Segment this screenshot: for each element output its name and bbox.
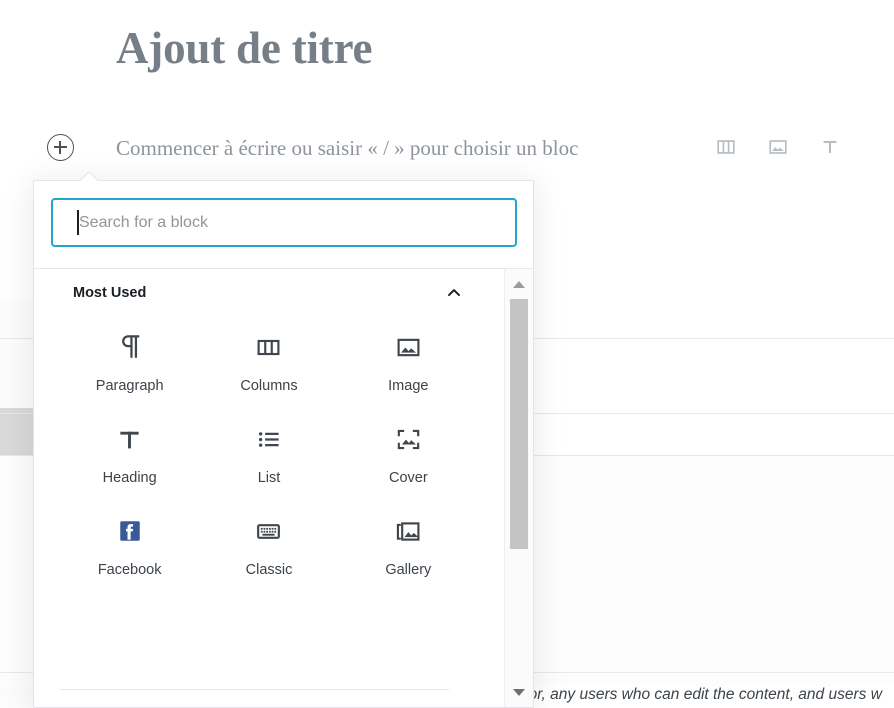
block-label: Gallery <box>385 562 432 578</box>
block-item-classic[interactable]: Classic <box>199 499 338 591</box>
block-label: Cover <box>388 470 428 486</box>
block-inserter-toggle-button[interactable] <box>47 134 74 161</box>
block-item-paragraph[interactable]: Paragraph <box>60 315 199 407</box>
paragraph-icon <box>117 329 143 365</box>
inserter-scroll-region: Most Used Paragraph Columns Image Headin… <box>34 268 533 707</box>
image-icon <box>395 329 422 365</box>
post-excerpt-fragment: hor, any users who can edit the content,… <box>520 686 882 703</box>
scroll-down-arrow-icon[interactable] <box>505 681 533 703</box>
panel-most-used-header[interactable]: Most Used <box>34 269 504 313</box>
block-placeholder-text[interactable]: Commencer à écrire ou saisir « / » pour … <box>116 133 578 163</box>
panel-divider <box>60 689 449 690</box>
quick-inserter-group <box>712 133 844 161</box>
block-label: Heading <box>102 470 157 486</box>
inserter-block-list: Most Used Paragraph Columns Image Headin… <box>34 269 504 707</box>
block-item-gallery[interactable]: Gallery <box>339 499 478 591</box>
gallery-icon <box>395 513 422 549</box>
list-icon <box>255 421 282 457</box>
panel-title: Most Used <box>73 285 147 301</box>
heading-icon[interactable] <box>816 133 844 161</box>
block-label: Columns <box>240 378 298 394</box>
chevron-up-icon[interactable] <box>444 283 464 303</box>
block-item-image[interactable]: Image <box>339 315 478 407</box>
block-label: Paragraph <box>95 378 164 394</box>
cover-icon <box>395 421 422 457</box>
block-item-list[interactable]: List <box>199 407 338 499</box>
text-caret <box>77 210 79 235</box>
search-input[interactable] <box>51 198 517 247</box>
classic-keyboard-icon <box>255 513 282 549</box>
block-inserter-popover: Most Used <box>33 180 534 708</box>
block-label: Image <box>388 378 429 394</box>
block-label: List <box>257 470 281 486</box>
block-label: Classic <box>245 562 293 578</box>
columns-icon[interactable] <box>712 133 740 161</box>
block-label: Facebook <box>97 562 162 578</box>
columns-icon <box>255 329 282 365</box>
block-item-heading[interactable]: Heading <box>60 407 199 499</box>
block-type-grid: Paragraph Columns Image Heading List Cov… <box>34 313 504 591</box>
scrollbar-thumb[interactable] <box>510 299 528 549</box>
block-item-columns[interactable]: Columns <box>199 315 338 407</box>
facebook-icon <box>117 513 143 549</box>
popover-arrow <box>81 172 97 181</box>
block-item-facebook[interactable]: Facebook <box>60 499 199 591</box>
block-item-cover[interactable]: Cover <box>339 407 478 499</box>
page-title[interactable]: Ajout de titre <box>116 18 373 78</box>
inserter-scrollbar[interactable] <box>504 269 533 707</box>
block-search-field <box>51 198 517 247</box>
gutenberg-editor-screen: Ajout de titre Commencer à écrire ou sai… <box>0 0 894 708</box>
heading-icon <box>116 421 143 457</box>
scroll-up-arrow-icon[interactable] <box>505 273 533 295</box>
image-icon[interactable] <box>764 133 792 161</box>
